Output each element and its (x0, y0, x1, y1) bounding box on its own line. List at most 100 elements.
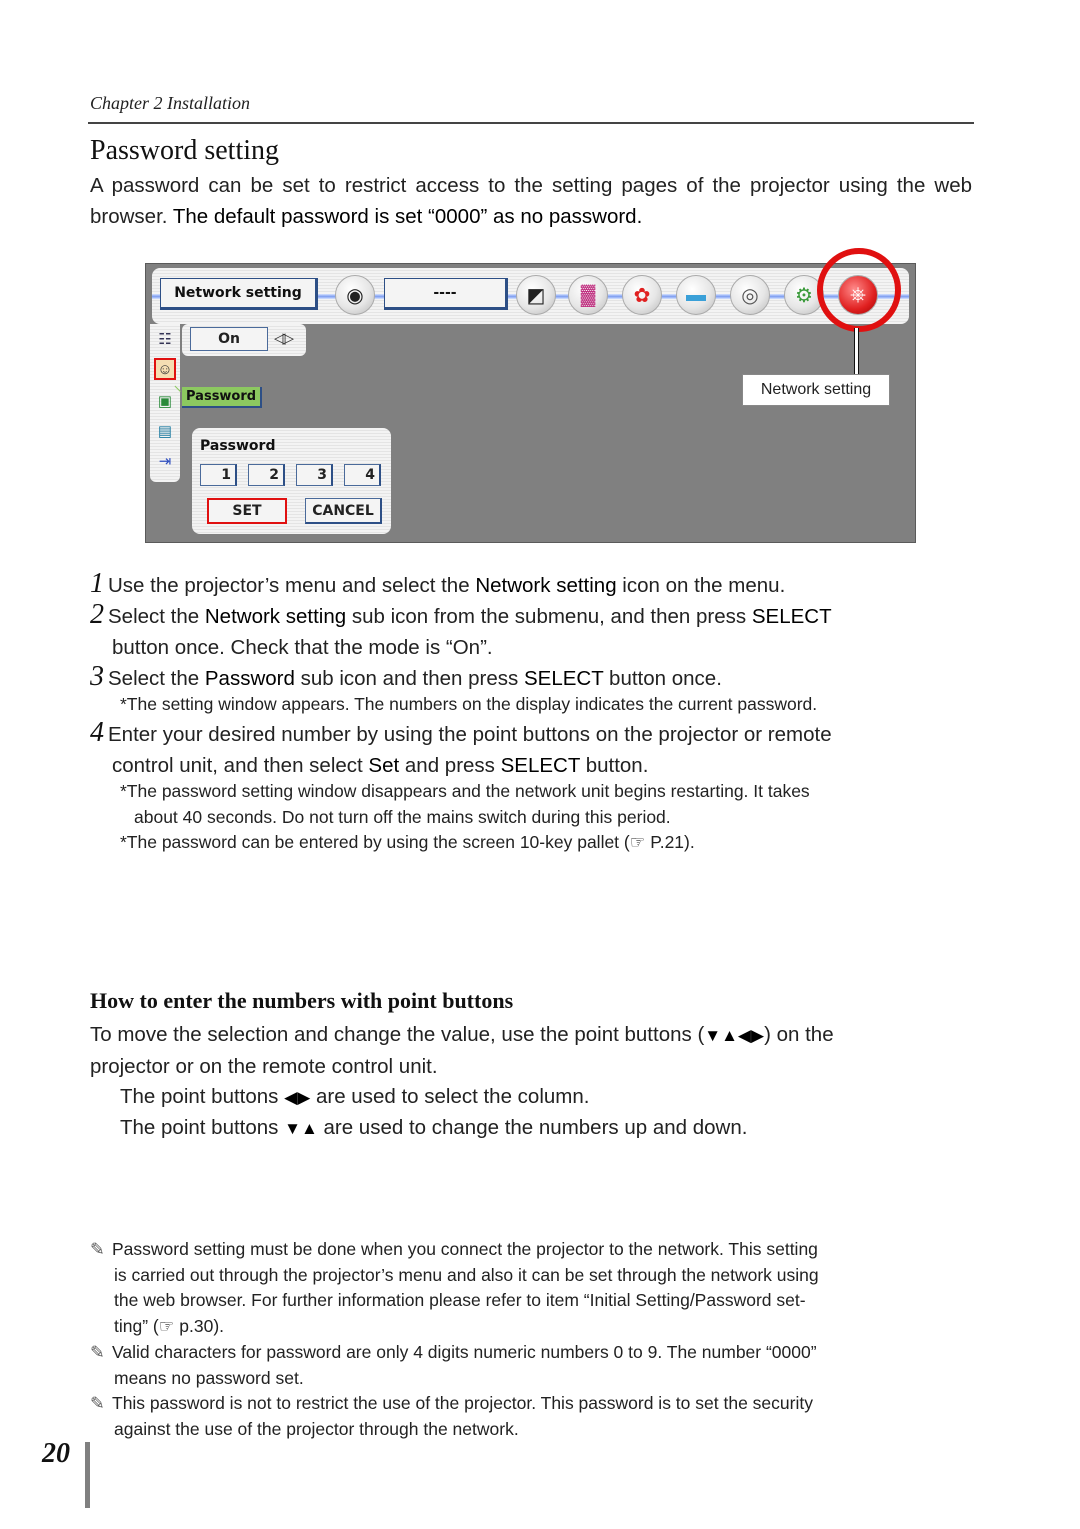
line-text: The point buttons (120, 1116, 285, 1139)
emphasized-term: Network setting (475, 574, 617, 597)
mode-control: On ◁▷ (182, 324, 306, 356)
step-number: 3 (90, 661, 104, 692)
step-number: 2 (90, 599, 104, 630)
password-digit-2[interactable]: 2 (248, 464, 285, 486)
step-4-note-2: *The password can be entered by using th… (120, 832, 695, 852)
page-number: 20 (42, 1438, 70, 1469)
header-rule (88, 122, 974, 124)
image-adjust-icon[interactable]: ✿ (622, 275, 662, 315)
point-buttons-heading: How to enter the numbers with point butt… (90, 988, 514, 1013)
step-number: 1 (90, 568, 104, 599)
tip-1: ✎ Password setting must be done when you … (90, 1237, 972, 1339)
line-text-end: are used to change the numbers up and do… (317, 1116, 748, 1139)
step-text-run: control unit, and then select (112, 754, 369, 777)
callout-leader-line (854, 328, 859, 376)
tip-line: against the use of the projector through… (114, 1418, 519, 1439)
emphasized-term: Password (204, 667, 295, 690)
step-3: 3 Select the Password sub icon and then p… (90, 661, 972, 694)
network-setting-callout: Network setting (742, 374, 890, 406)
tip-line: ting” (☞ p.30). (114, 1315, 225, 1336)
intro-text-line2: projector or on the remote control unit. (90, 1055, 438, 1078)
step-text-run: Use the projector’s menu and select the (108, 574, 476, 597)
network-info-icon[interactable]: ▤ (154, 420, 176, 442)
tip-line: This password is not to restrict the use… (112, 1393, 813, 1413)
emphasized-term: SELECT (523, 667, 604, 690)
intro-paragraph: A password can be set to restrict access… (90, 170, 972, 232)
step-text-run: sub icon from the submenu, and then pres… (346, 605, 752, 628)
emphasized-term: SELECT (751, 605, 832, 628)
tip-3: ✎ This password is not to restrict the us… (90, 1391, 972, 1442)
mode-value[interactable]: On (190, 327, 268, 351)
step-text-continued: button once. Check that the mode is “On”… (112, 636, 493, 659)
step-text: Select the Password sub icon and then pr… (108, 667, 722, 690)
point-buttons-up-down: The point buttons ▼▲ are used to change … (120, 1112, 747, 1144)
image-capture-icon[interactable]: ▣ (154, 390, 176, 412)
point-buttons-arrows-icon: ▼▲◀▶ (704, 1026, 765, 1045)
pencil-icon: ✎ (90, 1239, 105, 1259)
pc-adjust-icon[interactable]: ◩ (516, 275, 556, 315)
tip-line: is carried out through the projector’s m… (114, 1264, 819, 1285)
tip-line: Password setting must be done when you c… (112, 1239, 818, 1259)
password-digit-3[interactable]: 3 (296, 464, 333, 486)
intro-text: To move the selection and change the val… (90, 1023, 705, 1046)
pencil-icon: ✎ (90, 1393, 105, 1413)
line-text-end: are used to select the column. (310, 1085, 590, 1108)
menu-title-box: Network setting (160, 278, 318, 310)
page-number-bar (85, 1442, 90, 1508)
step-1: 1 Use the projector’s menu and select the… (90, 568, 972, 601)
step-text-run: icon on the menu. (616, 574, 786, 597)
projector-menu-screenshot: Network setting ◉ ---- ◩ ▓ ✿ ▬ ◎ ⚙ ⎈ Net… (145, 248, 916, 543)
up-down-arrows-icon: ▼▲ (284, 1119, 318, 1138)
highlight-circle (817, 248, 901, 332)
intro-text-end: ) on the (764, 1023, 834, 1046)
emphasized-term: Set (368, 754, 400, 777)
chapter-header: Chapter 2 Installation (90, 93, 251, 113)
left-right-arrows-icon[interactable]: ◁▷ (274, 329, 294, 347)
step-text-continued: control unit, and then select Set and pr… (90, 750, 972, 781)
password-digit-4[interactable]: 4 (344, 464, 381, 486)
step-text: Use the projector’s menu and select the … (108, 574, 785, 597)
point-buttons-left-right: The point buttons ◀▶ are used to select … (120, 1081, 589, 1113)
line-text: The point buttons (120, 1085, 285, 1108)
password-dialog-title: Password (200, 438, 276, 454)
tip-line: Valid characters for password are only 4… (112, 1342, 817, 1362)
password-dialog: Password 1 2 3 4 SET CANCEL (192, 428, 391, 534)
main-menu-bar: Network setting ◉ ---- ◩ ▓ ✿ ▬ ◎ ⚙ ⎈ (152, 248, 909, 332)
emphasized-term: Network setting (204, 605, 347, 628)
set-button[interactable]: SET (207, 498, 287, 524)
emphasized-term: SELECT (500, 754, 581, 777)
left-right-arrows-icon: ◀▶ (284, 1088, 311, 1107)
screen-icon[interactable]: ▬ (676, 275, 716, 315)
sound-icon[interactable]: ◎ (730, 275, 770, 315)
note-line-continued: about 40 seconds. Do not turn off the ma… (134, 806, 671, 827)
step-text: Enter your desired number by using the p… (108, 723, 832, 746)
section-title: Password setting (90, 135, 279, 166)
step-text: Select the Network setting sub icon from… (108, 605, 832, 628)
menu-value-box: ---- (384, 278, 508, 310)
step-text-run: Select the (108, 605, 205, 628)
step-text-run: button. (580, 754, 649, 777)
password-icon[interactable]: ☺ (154, 358, 176, 380)
password-tooltip: Password (182, 387, 263, 408)
pencil-icon: ✎ (90, 1342, 105, 1362)
tip-line: means no password set. (114, 1367, 304, 1388)
step-2: 2 Select the Network setting sub icon fro… (90, 599, 972, 663)
network-icon[interactable]: ☷ (154, 328, 176, 350)
note-line: *The password setting window disappears … (120, 781, 810, 801)
image-select-icon[interactable]: ▓ (568, 275, 608, 315)
password-digit-1[interactable]: 1 (200, 464, 237, 486)
step-text-run: and press (399, 754, 501, 777)
exit-icon[interactable]: ⇥ (154, 450, 176, 472)
step-text-run: sub icon and then press (294, 667, 524, 690)
step-4: 4 Enter your desired number by using the … (90, 717, 972, 781)
step-3-note: *The setting window appears. The numbers… (120, 694, 818, 714)
step-number: 4 (90, 717, 104, 748)
step-text-run: Select the (108, 667, 205, 690)
step-text-run: button once. (603, 667, 722, 690)
input-icon[interactable]: ◉ (335, 275, 375, 315)
intro-default-password: The default password is set “0000” as no… (172, 205, 643, 228)
tip-line: the web browser. For further information… (114, 1290, 806, 1311)
step-4-note-1: *The password setting window disappears … (120, 779, 972, 830)
tip-2: ✎ Valid characters for password are only … (90, 1340, 972, 1391)
cancel-button[interactable]: CANCEL (305, 498, 382, 524)
